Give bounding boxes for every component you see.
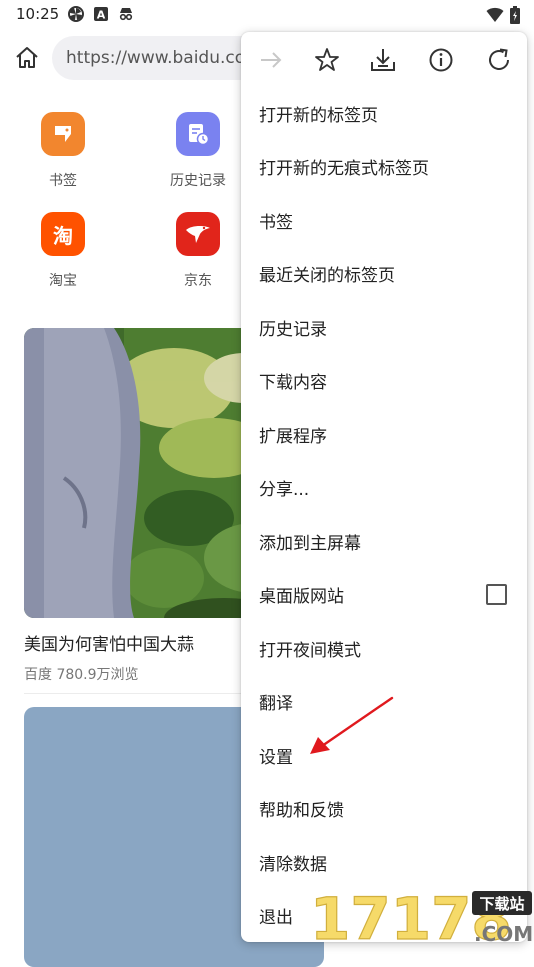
menu-item-label: 历史记录: [259, 320, 327, 340]
menu-item-label: 打开新的无痕式标签页: [259, 159, 429, 179]
speed-dial-bookmarks[interactable]: 书签: [18, 112, 108, 190]
menu-item-night-mode[interactable]: 打开夜间模式: [241, 621, 527, 674]
home-icon[interactable]: [13, 44, 41, 72]
menu-item-label: 清除数据: [259, 855, 327, 875]
svg-text:.COM: .COM: [474, 922, 533, 946]
menu-item-label: 打开新的标签页: [259, 106, 378, 126]
url-text: https://www.baidu.com: [66, 48, 262, 68]
menu-item-label: 帮助和反馈: [259, 801, 344, 821]
annotation-arrow-icon: [310, 696, 394, 754]
battery-icon: [510, 6, 520, 24]
speed-dial-jd[interactable]: 京东: [153, 212, 243, 290]
download-icon[interactable]: [369, 46, 397, 74]
menu-item-history[interactable]: 历史记录: [241, 300, 527, 353]
forward-icon[interactable]: [257, 46, 285, 74]
info-icon[interactable]: [427, 46, 455, 74]
menu-item-label: 打开夜间模式: [259, 641, 361, 661]
menu-item-label: 书签: [259, 213, 293, 233]
menu-item-label: 下载内容: [259, 373, 327, 393]
refresh-icon[interactable]: [485, 46, 513, 74]
wifi-icon: [486, 7, 504, 22]
desktop-site-checkbox[interactable]: [486, 584, 507, 605]
menu-item-clear-data[interactable]: 清除数据: [241, 835, 527, 888]
menu-item-new-tab[interactable]: 打开新的标签页: [241, 86, 527, 139]
feed-title[interactable]: 美国为何害怕中国大蒜: [24, 630, 194, 655]
menu-item-label: 添加到主屏幕: [259, 534, 361, 554]
feed-meta: 百度 780.9万浏览: [24, 667, 139, 683]
overflow-menu: 打开新的标签页 打开新的无痕式标签页 书签 最近关闭的标签页 历史记录 下载内容…: [241, 32, 527, 942]
menu-item-downloads[interactable]: 下载内容: [241, 353, 527, 406]
speed-dial-taobao[interactable]: 淘 淘宝: [18, 212, 108, 290]
speed-dial-history[interactable]: 历史记录: [153, 112, 243, 190]
jd-app-icon: [176, 212, 220, 256]
taobao-glyph: 淘: [53, 223, 73, 248]
speed-dial-label: 历史记录: [170, 173, 226, 189]
speed-dial-label: 淘宝: [49, 273, 77, 289]
menu-item-label: 最近关闭的标签页: [259, 266, 395, 286]
menu-item-desktop-site[interactable]: 桌面版网站: [241, 567, 527, 620]
menu-item-label: 设置: [259, 748, 293, 768]
menu-item-recent-tabs[interactable]: 最近关闭的标签页: [241, 246, 527, 299]
incognito-icon: [119, 8, 133, 21]
watermark-logo: 17178 下载站 .COM: [308, 884, 534, 953]
menu-item-help-feedback[interactable]: 帮助和反馈: [241, 781, 527, 834]
menu-action-row: [241, 32, 527, 88]
menu-item-extensions[interactable]: 扩展程序: [241, 407, 527, 460]
bookmark-app-icon: [41, 112, 85, 156]
menu-item-share[interactable]: 分享...: [241, 460, 527, 513]
status-time: 10:25: [16, 5, 60, 23]
history-app-icon: [176, 112, 220, 156]
svg-text:下载站: 下载站: [479, 895, 524, 913]
menu-item-label: 分享...: [259, 480, 310, 500]
bookmark-star-icon[interactable]: [313, 46, 341, 74]
menu-item-new-incognito-tab[interactable]: 打开新的无痕式标签页: [241, 139, 527, 192]
menu-item-label: 退出: [259, 908, 293, 928]
pinwheel-icon: [68, 6, 84, 22]
a-square-icon: A: [94, 7, 108, 22]
menu-item-bookmarks[interactable]: 书签: [241, 193, 527, 246]
taobao-app-icon: 淘: [41, 212, 85, 256]
menu-item-label: 桌面版网站: [259, 587, 344, 607]
svg-text:A: A: [97, 9, 106, 22]
speed-dial-label: 书签: [49, 173, 77, 189]
menu-item-label: 扩展程序: [259, 427, 327, 447]
status-bar: 10:25 A: [0, 0, 534, 28]
feed-divider: [24, 693, 244, 694]
menu-item-label: 翻译: [259, 694, 293, 714]
menu-item-add-to-home[interactable]: 添加到主屏幕: [241, 514, 527, 567]
speed-dial-label: 京东: [184, 273, 212, 289]
